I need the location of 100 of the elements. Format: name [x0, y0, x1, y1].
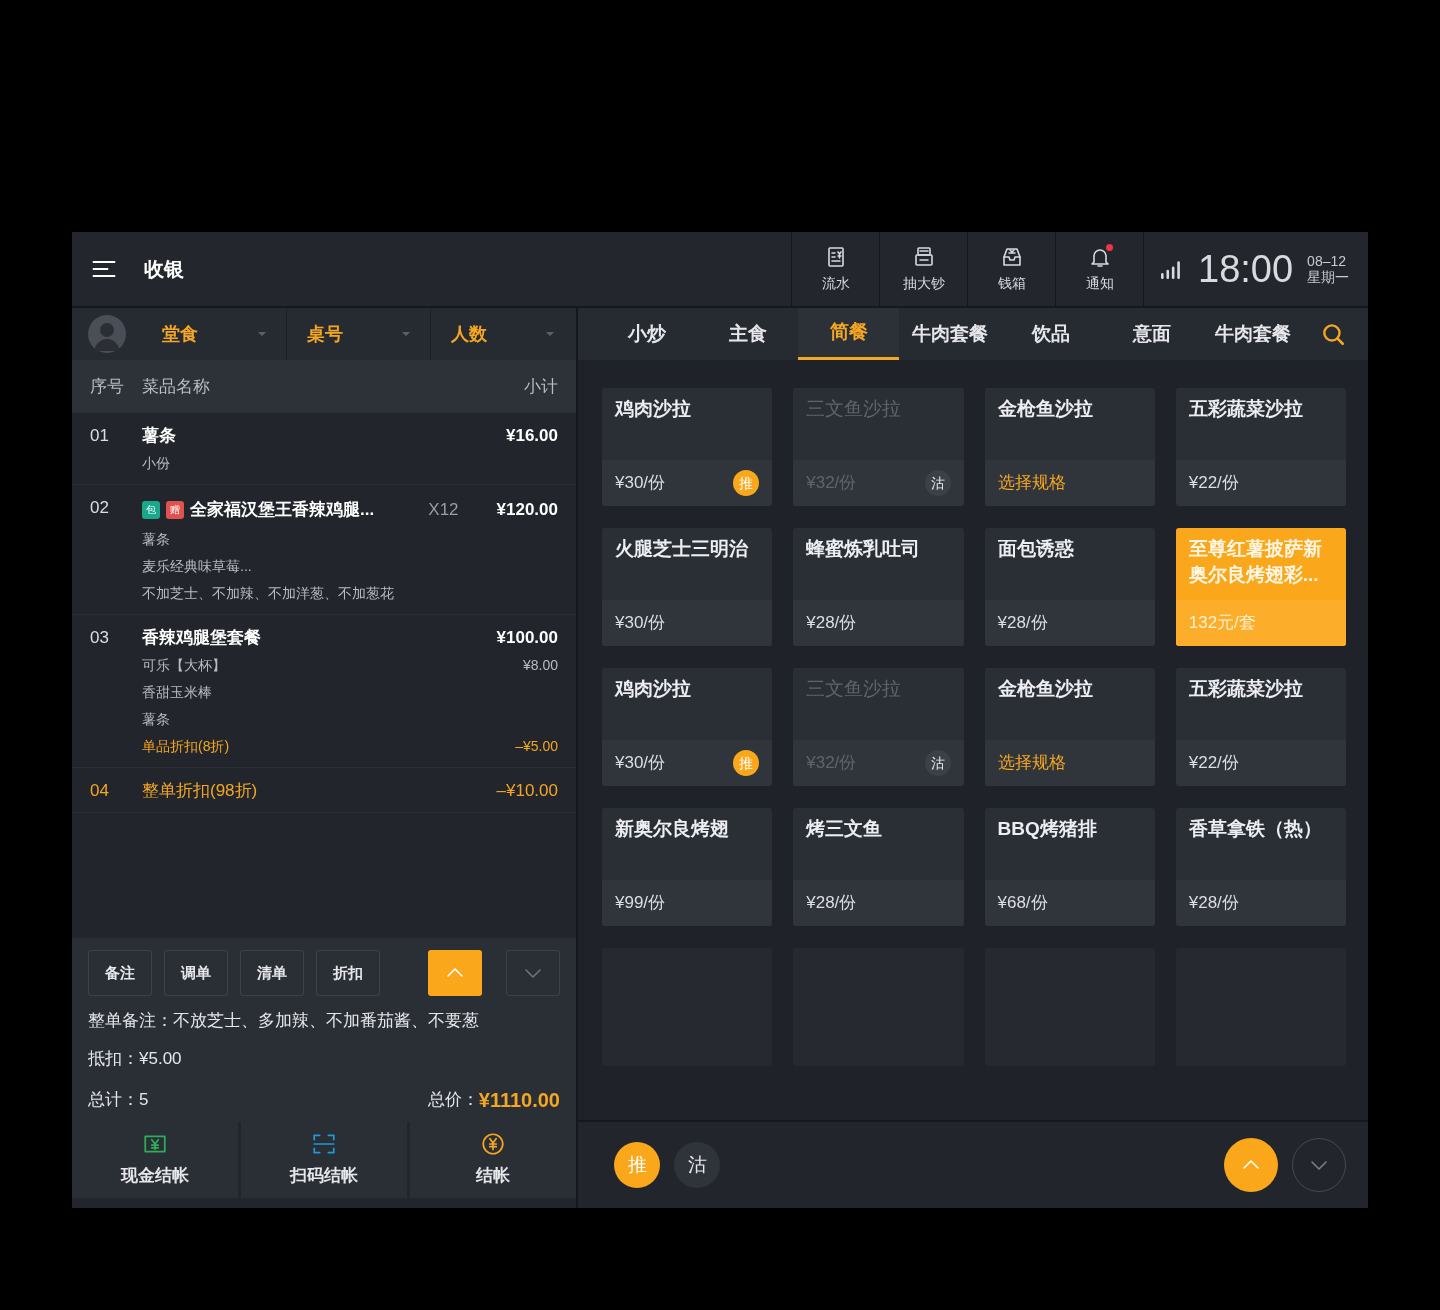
category-tab[interactable]: 牛肉套餐	[899, 308, 1000, 360]
column-header: 序号	[90, 375, 125, 398]
category-tab[interactable]: 主食	[697, 308, 798, 360]
dish-price: ¥22/份	[1188, 472, 1239, 495]
category-tab[interactable]: 小炒	[596, 308, 697, 360]
toolbar-button[interactable]: 抽大钞	[879, 232, 967, 306]
subtotal: ¥120.00	[496, 498, 558, 521]
weekday-text: 星期一	[1307, 269, 1350, 285]
dish-card[interactable]: 五彩蔬菜沙拉 ¥22/份	[1175, 388, 1346, 506]
subtotal: –¥10.00	[496, 779, 558, 802]
action-button[interactable]: 调单	[164, 950, 228, 996]
dish-name: 香草拿铁（热）	[1187, 817, 1323, 841]
row-number: 04	[90, 779, 110, 802]
tag: 赠	[166, 500, 184, 519]
dish-card[interactable]: 鸡肉沙拉 ¥30/份 推	[602, 388, 773, 506]
row-number: 02	[90, 497, 110, 519]
dish-price: 选择规格	[997, 752, 1066, 775]
column-header: 菜品名称	[142, 375, 211, 398]
dish-name: 蜂蜜炼乳吐司	[805, 537, 922, 561]
dish-card[interactable]: 新奥尔良烤翅 ¥99/份	[602, 808, 773, 926]
action-button[interactable]: 清单	[240, 950, 304, 996]
status-badge: 沽	[924, 470, 951, 496]
option-text: 可乐【大杯】	[142, 655, 226, 675]
dish-name: 金枪鱼沙拉	[996, 677, 1094, 701]
dish-price: ¥30/份	[615, 612, 666, 635]
checkout-button[interactable]: 现金结帐	[72, 1122, 238, 1198]
toolbar-button[interactable]: 通知	[1055, 232, 1143, 306]
dish-price: 132元/套	[1188, 612, 1256, 635]
option-price: ¥8.00	[522, 655, 558, 675]
category-tab[interactable]: 饮品	[1000, 308, 1101, 360]
option-text: 麦乐经典味草莓...	[142, 556, 252, 576]
dish-name: 鸡肉沙拉	[613, 397, 692, 421]
dish-price: 选择规格	[997, 472, 1066, 495]
subtotal: ¥16.00	[506, 425, 558, 447]
quantity: X12	[428, 499, 459, 521]
toolbar-button[interactable]: 流水	[791, 232, 879, 306]
checkout-button[interactable]: 结帐	[410, 1122, 576, 1198]
action-button[interactable]: 折扣	[316, 950, 380, 996]
date-text: 08–12	[1307, 253, 1348, 269]
dish-price: ¥28/份	[1188, 892, 1239, 915]
dish-name: 金枪鱼沙拉	[996, 397, 1094, 421]
dropdown[interactable]: 堂食	[142, 308, 286, 360]
dish-name: 五彩蔬菜沙拉	[1187, 397, 1304, 421]
category-tab[interactable]: 意面	[1101, 308, 1202, 360]
row-number: 03	[90, 626, 110, 649]
status-badge: 沽	[924, 750, 951, 776]
dish-price: ¥68/份	[997, 892, 1048, 915]
dish-name: 烤三文鱼	[804, 817, 884, 841]
dish-card[interactable]: 五彩蔬菜沙拉 ¥22/份	[1175, 668, 1346, 786]
dish-name: 整单折扣(98折)	[142, 779, 259, 802]
search-icon	[1320, 321, 1346, 347]
dish-name: 火腿芝士三明治	[614, 537, 750, 561]
action-button[interactable]: 备注	[88, 950, 152, 996]
dish-card[interactable]: 蜂蜜炼乳吐司 ¥28/份	[793, 528, 964, 646]
dish-name: 至尊红薯披萨新奥尔良烤翅彩...	[1187, 537, 1323, 587]
dish-card[interactable]: 金枪鱼沙拉 选择规格	[984, 668, 1155, 786]
dish-price: ¥28/份	[806, 612, 857, 635]
scroll-up-button[interactable]	[1224, 1138, 1278, 1192]
dish-card[interactable]: 烤三文鱼 ¥28/份	[793, 808, 964, 926]
row-number: 01	[90, 425, 110, 447]
dish-price: ¥30/份	[615, 472, 666, 495]
dish-name: BBQ烤猪排	[996, 817, 1098, 841]
option-text: 小份	[142, 454, 170, 473]
clock-time: 18:00	[1198, 250, 1294, 288]
dish-price: ¥28/份	[806, 892, 857, 915]
dish-card[interactable]: 面包诱惑 ¥28/份	[984, 528, 1155, 646]
dish-card[interactable]: BBQ烤猪排 ¥68/份	[984, 808, 1155, 926]
dish-card[interactable]: 金枪鱼沙拉 选择规格	[984, 388, 1155, 506]
coin-icon	[480, 1131, 506, 1158]
option-text: 单品折扣(8折)	[142, 736, 230, 756]
toolbar-button[interactable]: 钱箱	[967, 232, 1055, 306]
dish-card[interactable]: 火腿芝士三明治 ¥30/份	[602, 528, 773, 646]
dish-name: 薯条	[142, 425, 177, 447]
dish-name: 新奥尔良烤翅	[614, 817, 730, 841]
total-price: ¥1110.00	[478, 1088, 560, 1113]
dish-price: ¥28/份	[997, 612, 1048, 635]
dish-name: 面包诱惑	[996, 537, 1075, 561]
order-note: 整单备注：不放芝士、多加辣、不加番茄酱、不要葱	[88, 1010, 480, 1032]
option-text: 不加芝士、不加辣、不加洋葱、不加葱花	[142, 583, 394, 603]
option-text: 薯条	[142, 529, 170, 549]
dish-price: ¥22/份	[1188, 752, 1239, 775]
category-tab[interactable]: 牛肉套餐	[1202, 308, 1303, 360]
page-title: 收银	[144, 257, 184, 282]
dish-name: 五彩蔬菜沙拉	[1187, 677, 1304, 701]
tag: 包	[142, 500, 160, 519]
dish-name: 香辣鸡腿堡套餐	[142, 626, 262, 649]
dish-card[interactable]: 鸡肉沙拉 ¥30/份 推	[602, 668, 773, 786]
option-text: 薯条	[142, 709, 170, 729]
checkout-button[interactable]: 扫码结帐	[241, 1122, 407, 1198]
deduction-text: 抵扣：¥5.00	[88, 1047, 183, 1070]
status-badge: 推	[733, 750, 760, 776]
scroll-down-button[interactable]	[506, 950, 560, 996]
status-badge: 推	[733, 470, 760, 496]
avatar	[88, 315, 126, 353]
filter-chip[interactable]: 沽	[674, 1142, 720, 1188]
total-label: 总价：	[427, 1089, 479, 1112]
category-tab[interactable]: 简餐	[798, 308, 899, 360]
dish-price: ¥30/份	[615, 752, 666, 775]
dish-price: ¥99/份	[615, 892, 666, 915]
dish-card[interactable]: 香草拿铁（热） ¥28/份	[1175, 808, 1346, 926]
